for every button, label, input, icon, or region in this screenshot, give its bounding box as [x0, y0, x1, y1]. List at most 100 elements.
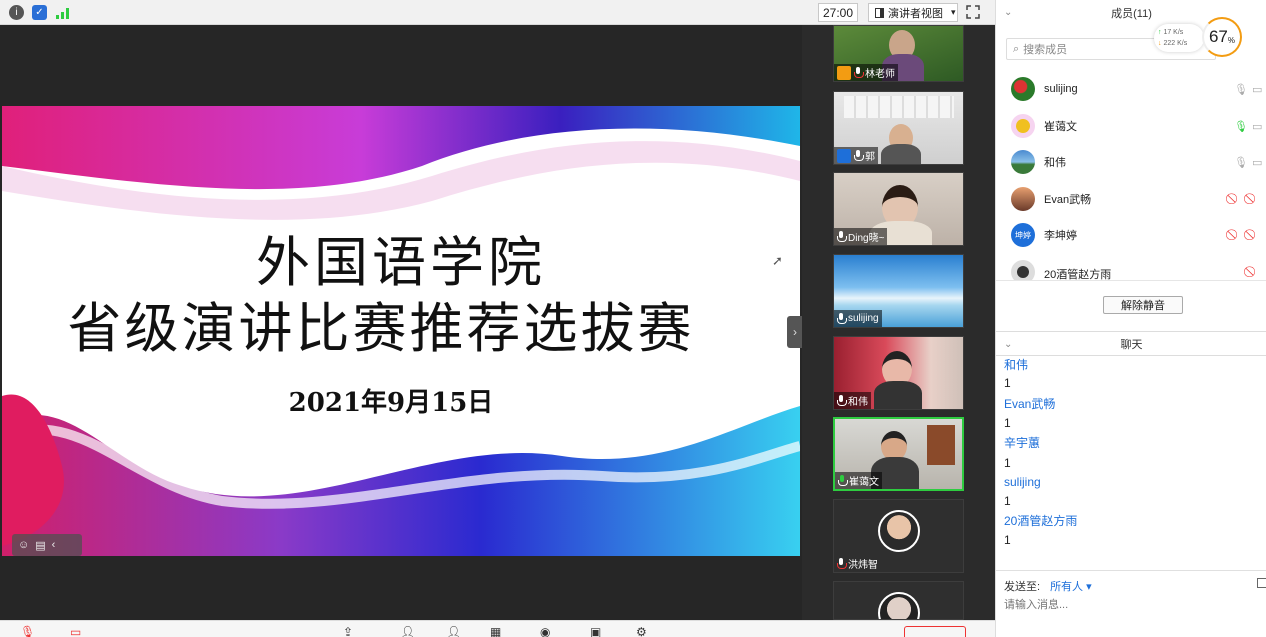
video-tile[interactable]: 和伟 [833, 336, 964, 410]
camera-off-icon[interactable]: ⃠ [1252, 229, 1264, 241]
member-name: 崔蔼文 [1044, 121, 1077, 133]
avatar [1011, 150, 1035, 174]
mic-icon [837, 313, 847, 324]
checkbox-icon[interactable] [1257, 578, 1266, 588]
avatar [878, 510, 920, 552]
member-row[interactable]: 20酒管赵方雨 ⃠ [996, 254, 1266, 280]
chat-sender: sulijing [1004, 475, 1041, 489]
slide-date: 2021年9月15日 [288, 388, 494, 418]
mic-muted-icon[interactable]: ⃠ [1234, 229, 1246, 241]
emoji-icon[interactable]: ☺ [18, 539, 29, 551]
camera-icon[interactable]: ▭ [1252, 120, 1264, 133]
chat-sender: 20酒管赵方雨 [1004, 514, 1078, 528]
mic-icon[interactable]: 🎙︎ [1234, 156, 1248, 169]
collapse-left-icon[interactable]: ‹ [52, 539, 56, 551]
view-mode-select[interactable]: 演讲者视图 ▾ [868, 3, 958, 22]
avatar [1011, 114, 1035, 138]
member-row[interactable]: Evan武畅 ⃠ ⃠ [996, 181, 1266, 217]
video-strip: 林老师 郭 Ding晓~ sulijing 和伟 崔蔼文 洪炜智 [802, 25, 995, 620]
chat-message: 1 [1004, 456, 1011, 470]
member-row[interactable]: 坤婷 李坤婷 ⃠ ⃠ [996, 217, 1266, 253]
member-name: 李坤婷 [1044, 230, 1077, 242]
participant-name: Ding晓~ [848, 233, 885, 244]
camera-icon[interactable]: ▭ [1252, 156, 1264, 169]
participant-name: 林老师 [865, 69, 895, 80]
mic-muted-icon [837, 558, 847, 569]
mic-icon [837, 231, 847, 242]
chevron-down-icon[interactable]: ⌄ [1004, 7, 1012, 18]
member-row[interactable]: 和伟 🎙︎ ▭ [996, 144, 1266, 180]
members-title: 成员(11) [1111, 8, 1152, 20]
camera-off-icon[interactable]: ⃠ [1252, 193, 1264, 205]
video-tile[interactable]: 洪炜智 [833, 499, 964, 573]
chat-message: 1 [1004, 494, 1011, 508]
member-name: sulijing [1044, 83, 1078, 95]
mic-icon [837, 395, 847, 406]
bottom-toolbar: 🎙︎ ▭ ⇪ 👤︎ 👤︎ ▦ ◉ ▣ ⚙ [0, 620, 995, 637]
fullscreen-icon[interactable] [966, 5, 982, 20]
member-name: Evan武畅 [1044, 194, 1092, 206]
apps-icon[interactable]: ▣ [590, 625, 608, 637]
avatar: 坤婷 [1011, 223, 1035, 247]
video-tile[interactable]: 林老师 [833, 25, 964, 82]
share-screen-icon[interactable]: ⇪ [343, 625, 361, 637]
net-up: 17 K/s [1163, 29, 1184, 36]
chat-message: 1 [1004, 376, 1011, 390]
mic-icon [854, 150, 864, 161]
shared-screen: 外国语学院 省级演讲比赛推荐选拔赛 2021年9月15日 ☺ ▤ ‹ ➚ [0, 25, 802, 620]
mouse-cursor-icon: ➚ [772, 253, 783, 268]
member-name: 20酒管赵方雨 [1044, 269, 1112, 280]
end-meeting-button[interactable] [904, 626, 966, 637]
video-tile[interactable] [833, 581, 964, 620]
presentation-slide: 外国语学院 省级演讲比赛推荐选拔赛 2021年9月15日 [2, 106, 800, 556]
settings-icon[interactable]: ⚙ [636, 625, 654, 637]
video-tile-speaking[interactable]: 崔蔼文 [833, 417, 964, 491]
annotation-controls[interactable]: ☺ ▤ ‹ [12, 534, 82, 556]
mic-icon[interactable]: 🎙︎ [1234, 83, 1248, 96]
chat-header[interactable]: ⌄ 聊天 [996, 331, 1266, 356]
video-tile[interactable]: Ding晓~ [833, 172, 964, 246]
member-row[interactable]: sulijing 🎙︎ ▭ [996, 71, 1266, 107]
side-panel: ⌄ 成员(11) ⌕ 搜索成员 ↑ 17 K/s ↓ 222 K/s 67% s… [995, 0, 1266, 637]
chevron-down-icon: ▾ [951, 7, 956, 17]
network-stats: ↑ 17 K/s ↓ 222 K/s [1154, 24, 1204, 52]
video-tile[interactable]: 郭 [833, 91, 964, 165]
record-icon[interactable]: ◉ [540, 625, 558, 637]
cohost-badge-icon [837, 148, 851, 163]
participant-name: 郭 [865, 152, 875, 163]
member-row[interactable]: 崔蔼文 🎙︎ ▭ [996, 108, 1266, 144]
camera-icon[interactable]: ▭ [1252, 83, 1264, 96]
info-icon[interactable]: i [9, 5, 24, 20]
send-to-label: 发送至: [1004, 581, 1041, 593]
avatar [1011, 187, 1035, 211]
video-tile[interactable]: sulijing [833, 254, 964, 328]
avatar [878, 592, 920, 619]
layout-icon [875, 7, 884, 18]
send-to-row: 发送至: 所有人 ▾ [1004, 578, 1092, 594]
collapse-strip-button[interactable]: › [787, 316, 803, 348]
cpu-percent: 67 [1208, 27, 1228, 46]
send-to-select[interactable]: 所有人 ▾ [1050, 578, 1092, 594]
chat-input[interactable] [1004, 597, 1254, 613]
chat-bubble-icon[interactable]: ▤ [35, 539, 45, 552]
shield-icon[interactable]: ✓ [32, 5, 47, 20]
participant-name: 洪炜智 [848, 560, 878, 571]
mic-muted-icon[interactable]: ⃠ [1234, 193, 1246, 205]
invite-icon[interactable]: 👤︎ [446, 625, 464, 637]
chat-icon[interactable]: ▦ [490, 625, 508, 637]
mute-icon[interactable]: 🎙︎ [20, 625, 38, 637]
search-icon: ⌕ [1013, 42, 1020, 55]
chevron-down-icon[interactable]: ⌄ [1004, 339, 1012, 350]
chat-log: 和伟 1 Evan武畅 1 辛宇蕙 1 sulijing 1 20酒管赵方雨 1 [996, 356, 1266, 570]
meeting-timer: 27:00 [818, 3, 858, 22]
signal-icon[interactable] [55, 5, 70, 20]
mic-speaking-icon[interactable]: 🎙︎ [1234, 120, 1248, 133]
stop-video-icon[interactable]: ▭ [70, 625, 88, 637]
view-mode-label: 演讲者视图 [888, 7, 943, 20]
participants-icon[interactable]: 👤︎ [400, 625, 418, 637]
avatar-initials: 坤婷 [1015, 230, 1031, 240]
mic-muted-icon[interactable]: ⃠ [1252, 266, 1264, 278]
member-name: 和伟 [1044, 157, 1066, 169]
chat-sender: Evan武畅 [1004, 397, 1056, 411]
unmute-all-button[interactable]: 解除静音 [1103, 296, 1183, 314]
